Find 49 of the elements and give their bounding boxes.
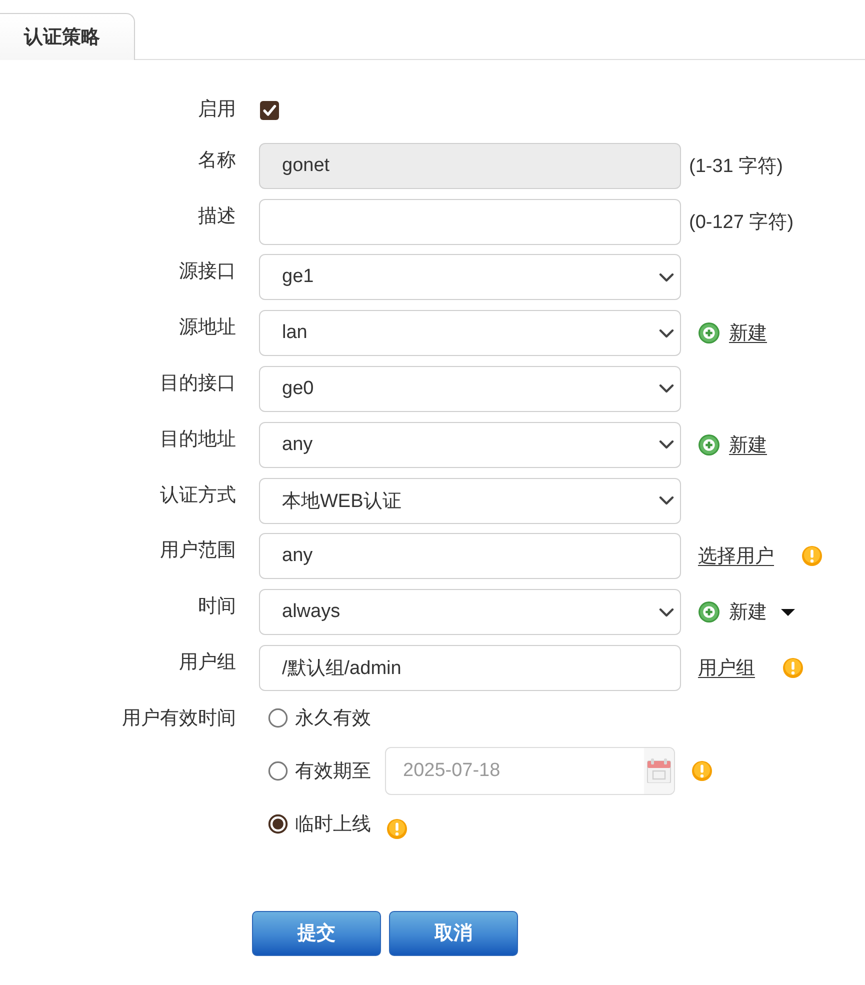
new-menu-button[interactable]: 新建 — [698, 599, 795, 626]
field-label: 源地址 — [179, 316, 236, 340]
chevron-down-icon — [659, 384, 674, 394]
plus-circle-icon — [698, 601, 720, 624]
checkbox[interactable] — [260, 100, 279, 120]
chevron-down-icon — [659, 272, 674, 282]
chevron-down-icon — [659, 440, 674, 450]
chevron-down-icon — [659, 496, 674, 506]
radio-button[interactable] — [268, 708, 288, 728]
field-label: 用户组 — [179, 650, 236, 675]
dropdown[interactable]: any — [259, 422, 681, 468]
form-button[interactable]: 提交 — [252, 910, 381, 956]
form-button[interactable]: 取消 — [389, 910, 518, 956]
length-hint: (1-31 字符) — [689, 154, 783, 179]
radio-option[interactable]: 有效期至 — [268, 758, 371, 784]
plus-circle-icon — [698, 434, 720, 456]
tab[interactable]: 认证策略 — [0, 13, 135, 60]
field-label: 名称 — [198, 148, 236, 173]
field-label: 认证方式 — [160, 484, 236, 508]
text-field[interactable]: any — [259, 533, 681, 580]
radio-option[interactable]: 临时上线 — [268, 810, 371, 837]
dropdown[interactable]: always — [259, 589, 681, 636]
field-label: 描述 — [198, 204, 236, 229]
chevron-down-icon — [659, 608, 674, 617]
field-label: 用户范围 — [160, 539, 236, 564]
field-label: 启用 — [198, 98, 236, 122]
dropdown[interactable]: ge0 — [259, 366, 681, 412]
new-link[interactable]: 新建 — [698, 320, 767, 346]
text-field[interactable]: /默认组/admin — [259, 644, 681, 691]
link[interactable]: 用户组 — [698, 654, 755, 681]
calendar-icon — [647, 758, 671, 784]
text-field[interactable] — [259, 198, 681, 245]
field-label: 用户有效时间 — [122, 706, 236, 731]
dropdown[interactable]: ge1 — [259, 254, 681, 300]
field-label: 时间 — [198, 595, 236, 620]
length-hint: (0-127 字符) — [689, 210, 794, 235]
field-label: 源接口 — [179, 260, 236, 284]
link[interactable]: 选择用户 — [698, 543, 774, 570]
dropdown[interactable]: 本地WEB认证 — [259, 478, 681, 524]
radio-option[interactable]: 永久有效 — [268, 704, 371, 731]
field-label: 目的接口 — [160, 372, 236, 396]
radio-button[interactable] — [268, 760, 288, 781]
radio-button[interactable] — [268, 814, 288, 834]
chevron-down-icon — [659, 328, 674, 338]
field-label: 目的地址 — [160, 428, 236, 452]
plus-circle-icon — [698, 322, 720, 344]
new-link[interactable]: 新建 — [698, 432, 767, 458]
dropdown[interactable]: lan — [259, 310, 681, 356]
caret-down-icon — [781, 608, 795, 616]
